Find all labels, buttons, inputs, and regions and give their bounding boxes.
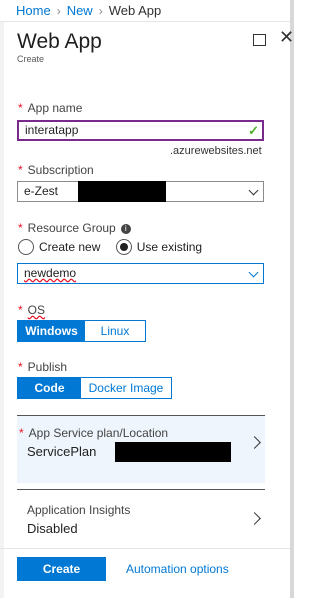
os-label: * OS (18, 303, 46, 317)
breadcrumb-new[interactable]: New (67, 3, 93, 18)
app-insights-value: Disabled (27, 521, 78, 536)
app-name-input[interactable]: interatapp ✓ (17, 120, 264, 141)
publish-label: * Publish (18, 360, 68, 374)
app-insights-section[interactable]: Application Insights Disabled (17, 489, 265, 547)
resource-group-radios: Create new Use existing (18, 239, 214, 255)
app-name-value: interatapp (25, 123, 79, 137)
required-marker: * (18, 221, 23, 235)
required-marker: * (19, 426, 24, 440)
footer-divider (0, 548, 290, 549)
required-marker: * (18, 303, 23, 317)
required-marker: * (18, 163, 23, 177)
service-plan-label: * App Service plan/Location (19, 426, 169, 440)
os-windows-option[interactable]: Windows (18, 321, 85, 341)
chevron-down-icon (248, 185, 259, 196)
automation-options-link[interactable]: Automation options (126, 562, 229, 576)
service-plan-section[interactable]: * App Service plan/Location ServicePlan (17, 415, 265, 483)
radio-create-new-label[interactable]: Create new (39, 240, 100, 254)
redacted-block (115, 442, 231, 462)
publish-toggle: Code Docker Image (17, 377, 172, 399)
radio-use-existing[interactable] (115, 239, 132, 255)
page-subtitle: Create (17, 54, 45, 64)
info-icon[interactable]: i (120, 223, 131, 234)
radio-create-new[interactable] (18, 239, 34, 255)
publish-code-option[interactable]: Code (18, 378, 81, 398)
chevron-right-icon (248, 512, 261, 525)
service-plan-value: ServicePlan (27, 444, 97, 459)
breadcrumb: Home › New › Web App (0, 0, 290, 22)
app-insights-label: Application Insights (27, 503, 131, 517)
chevron-right-icon (248, 436, 261, 449)
resource-group-dropdown[interactable]: newdemo (17, 263, 264, 284)
resource-group-value: newdemo (24, 266, 77, 280)
breadcrumb-home[interactable]: Home (16, 3, 51, 18)
checkmark-icon: ✓ (248, 123, 259, 138)
subscription-value: e-Zest (24, 184, 59, 198)
left-edge (0, 22, 4, 598)
os-toggle: Windows Linux (17, 320, 146, 342)
required-marker: * (18, 360, 23, 374)
domain-suffix: .azurewebsites.net (170, 145, 262, 157)
create-button[interactable]: Create (17, 557, 106, 581)
app-name-label: * App name (18, 101, 83, 115)
breadcrumb-current: Web App (108, 3, 162, 18)
blade-edge (290, 0, 294, 598)
os-linux-option[interactable]: Linux (85, 321, 145, 341)
required-marker: * (18, 101, 23, 115)
resource-group-label: * Resource Group i (18, 221, 131, 235)
close-icon[interactable]: ✕ (279, 27, 294, 47)
maximize-icon[interactable] (253, 34, 266, 46)
subscription-label: * Subscription (18, 163, 94, 177)
subscription-dropdown[interactable]: e-Zest (17, 181, 264, 202)
breadcrumb-separator-icon: › (98, 4, 103, 18)
redacted-block (78, 181, 166, 202)
chevron-down-icon (248, 267, 259, 278)
breadcrumb-separator-icon: › (56, 4, 61, 18)
radio-use-existing-label[interactable]: Use existing (137, 240, 202, 254)
page-title: Web App (17, 30, 102, 53)
publish-docker-option[interactable]: Docker Image (81, 378, 171, 398)
